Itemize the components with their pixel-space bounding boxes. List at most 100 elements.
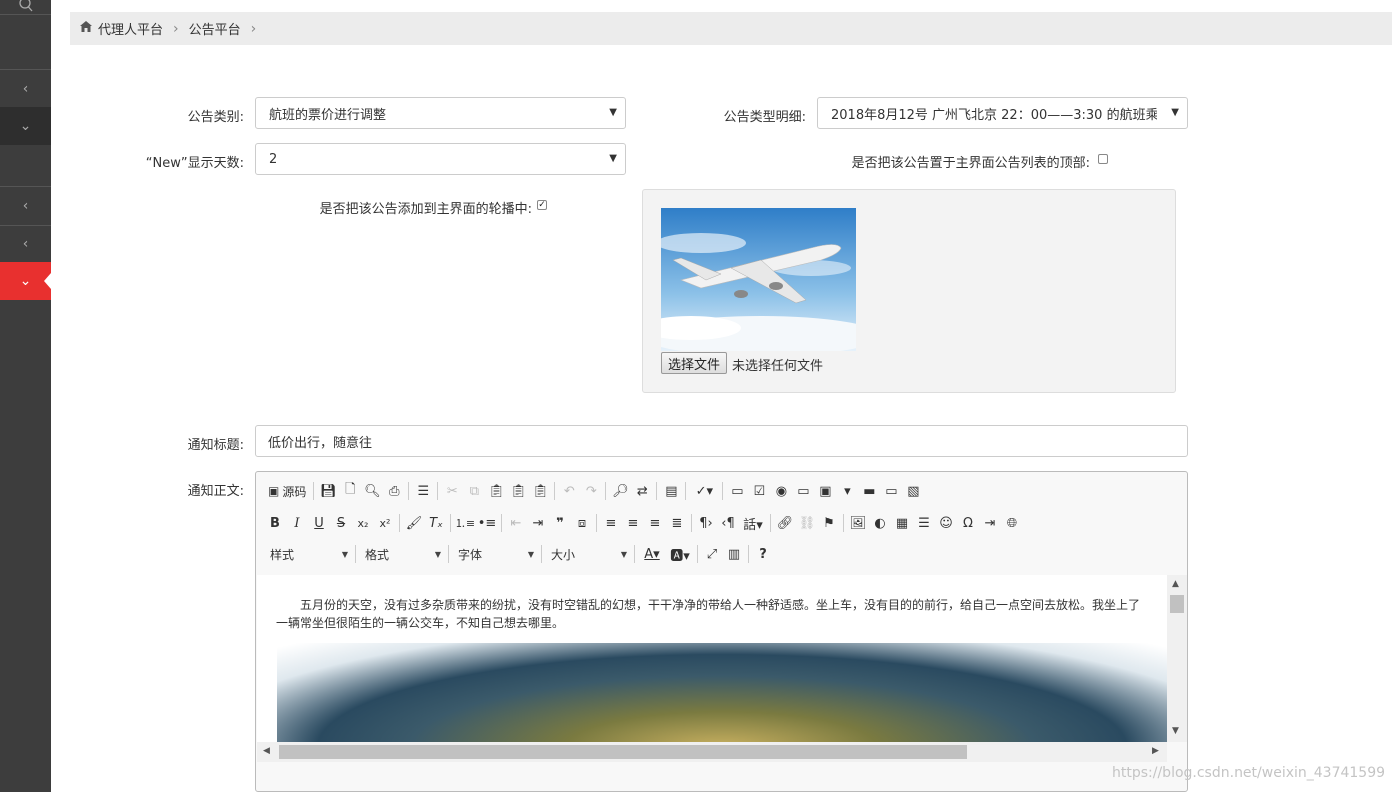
find-icon[interactable]: 🔎︎ <box>609 480 631 502</box>
combo-arrow-icon: ▼ <box>527 549 534 559</box>
horizontal-scrollbar[interactable]: ◀ ▶ <box>257 742 1167 762</box>
blockquote-icon[interactable]: ❞ <box>549 512 571 534</box>
sidebar-chevron-down-icon-1[interactable]: ⌄ <box>0 107 51 145</box>
cut-icon[interactable]: ✂ <box>441 480 463 502</box>
textarea-icon[interactable]: ▣ <box>814 480 836 502</box>
ltr-icon[interactable]: ¶› <box>695 512 717 534</box>
horizontal-rule-icon[interactable]: ☰ <box>913 512 935 534</box>
radio-icon[interactable]: ◉ <box>770 480 792 502</box>
templates-icon[interactable]: ☰ <box>412 480 434 502</box>
editor-toolbar-row-1: ▣ 源码 💾︎ 🗋 🔍︎ ⎙ ☰ ✂ ⧉ 📋︎ 📋︎ 📋︎ ↶ ↷ 🔎︎ ⇄ ▤… <box>264 478 924 504</box>
indent-icon[interactable]: ⇥ <box>527 512 549 534</box>
vertical-scroll-thumb[interactable] <box>1170 595 1184 613</box>
outdent-icon[interactable]: ⇤ <box>505 512 527 534</box>
source-icon: ▣ <box>268 484 280 498</box>
subscript-icon[interactable]: x₂ <box>352 512 374 534</box>
hidden-field-icon[interactable]: ▧ <box>902 480 924 502</box>
copy-icon[interactable]: ⧉ <box>463 480 485 502</box>
align-justify-icon[interactable]: ≣ <box>666 512 688 534</box>
checkbox-icon[interactable]: ☑ <box>748 480 770 502</box>
unlink-icon[interactable]: ⛓ <box>796 512 818 534</box>
iframe-globe-icon[interactable]: 🌐︎ <box>1001 512 1023 534</box>
print-icon[interactable]: ⎙ <box>383 480 405 502</box>
button-field-icon[interactable]: ▬ <box>858 480 880 502</box>
preview-icon[interactable]: 🔍︎ <box>361 480 383 502</box>
maximize-icon[interactable]: ⤢ <box>701 543 723 565</box>
underline-icon[interactable]: U <box>308 512 330 534</box>
select-all-icon[interactable]: ▤ <box>660 480 682 502</box>
category-detail-select[interactable]: 2018年8月12号 广州飞北京 22：00——3:30 的航班乘客 ▼ <box>817 97 1188 129</box>
scroll-down-icon[interactable]: ▼ <box>1172 726 1179 736</box>
show-blocks-icon[interactable]: ▥ <box>723 543 745 565</box>
editor-embedded-image[interactable] <box>277 643 1167 742</box>
pin-top-checkbox[interactable] <box>1098 154 1108 164</box>
bold-icon[interactable]: B <box>264 512 286 534</box>
image-button-icon[interactable]: ▭ <box>880 480 902 502</box>
spellcheck-icon[interactable]: ✓▾ <box>689 480 719 502</box>
horizontal-scroll-thumb[interactable] <box>279 745 967 759</box>
choose-file-button[interactable]: 选择文件 <box>661 352 728 374</box>
rtl-icon[interactable]: ‹¶ <box>717 512 739 534</box>
remove-format-icon[interactable]: Tₓ <box>425 512 447 534</box>
align-left-icon[interactable]: ≡ <box>600 512 622 534</box>
paste-text-icon[interactable]: 📋︎ <box>507 480 529 502</box>
new-days-select[interactable]: 2 ▼ <box>255 143 626 175</box>
body-label: 通知正文: <box>187 484 244 499</box>
save-icon[interactable]: 💾︎ <box>317 480 339 502</box>
align-right-icon[interactable]: ≡ <box>644 512 666 534</box>
format-combo[interactable]: 格式 ▼ <box>359 543 445 565</box>
sidebar-chevron-left-icon-1[interactable]: ‹ <box>0 70 51 107</box>
scroll-up-icon[interactable]: ▲ <box>1172 579 1179 589</box>
sidebar-chevron-left-icon-2[interactable]: ‹ <box>0 187 51 225</box>
language-icon[interactable]: 話▾ <box>739 512 767 534</box>
image-icon[interactable]: 🖼︎ <box>847 512 869 534</box>
paste-icon[interactable]: 📋︎ <box>485 480 507 502</box>
text-color-icon[interactable]: A▾ <box>638 543 666 565</box>
numbered-list-icon[interactable]: ⒈≡ <box>454 512 476 534</box>
link-icon[interactable]: 🔗︎ <box>774 512 796 534</box>
breadcrumb: 代理人平台 › 公告平台 › <box>70 12 1392 45</box>
breadcrumb-home[interactable]: 代理人平台 <box>98 19 163 38</box>
bg-color-icon[interactable]: 🅰︎▾ <box>666 543 694 565</box>
page-break-icon[interactable]: ⇥ <box>979 512 1001 534</box>
redo-icon[interactable]: ↷ <box>580 480 602 502</box>
source-button[interactable]: ▣ 源码 <box>264 483 310 500</box>
help-icon[interactable]: ? <box>752 543 774 565</box>
bulleted-list-icon[interactable]: •≡ <box>476 512 498 534</box>
scroll-right-icon[interactable]: ▶ <box>1152 746 1159 756</box>
breadcrumb-current[interactable]: 公告平台 <box>189 19 241 38</box>
file-status-text: 未选择任何文件 <box>732 359 824 374</box>
scroll-left-icon[interactable]: ◀ <box>263 746 270 756</box>
undo-icon[interactable]: ↶ <box>558 480 580 502</box>
div-container-icon[interactable]: ⧈ <box>571 512 593 534</box>
paste-word-icon[interactable]: 📋︎ <box>529 480 551 502</box>
table-icon[interactable]: ▦ <box>891 512 913 534</box>
select-field-icon[interactable]: ▾ <box>836 480 858 502</box>
search-icon[interactable] <box>0 0 51 14</box>
title-input[interactable]: 低价出行，随意往 <box>255 425 1188 457</box>
textfield-icon[interactable]: ▭ <box>792 480 814 502</box>
size-combo[interactable]: 大小 ▼ <box>545 543 631 565</box>
smiley-icon[interactable]: ☺ <box>935 512 957 534</box>
editor-content[interactable]: 五月份的天空，没有过多杂质带来的纷扰，没有时空错乱的幻想，干干净净的带给人一种舒… <box>257 575 1167 742</box>
form-icon[interactable]: ▭ <box>726 480 748 502</box>
replace-icon[interactable]: ⇄ <box>631 480 653 502</box>
carousel-checkbox[interactable]: ✓ <box>537 200 547 210</box>
special-char-icon[interactable]: Ω <box>957 512 979 534</box>
flash-icon[interactable]: ◐ <box>869 512 891 534</box>
align-center-icon[interactable]: ≡ <box>622 512 644 534</box>
strike-icon[interactable]: S <box>330 512 352 534</box>
anchor-flag-icon[interactable]: ⚑ <box>818 512 840 534</box>
vertical-scrollbar[interactable]: ▲ ▼ <box>1167 575 1187 742</box>
new-page-icon[interactable]: 🗋 <box>339 480 361 502</box>
size-combo-label: 大小 <box>551 547 576 562</box>
category-select[interactable]: 航班的票价进行调整 ▼ <box>255 97 626 129</box>
category-detail-select-value: 2018年8月12号 广州飞北京 22：00——3:30 的航班乘客 <box>831 107 1157 123</box>
copy-format-icon[interactable]: 🖌︎ <box>403 512 425 534</box>
font-combo[interactable]: 字体 ▼ <box>452 543 538 565</box>
italic-icon[interactable]: I <box>286 512 308 534</box>
superscript-icon[interactable]: x² <box>374 512 396 534</box>
editor-paragraph[interactable]: 五月份的天空，没有过多杂质带来的纷扰，没有时空错乱的幻想，干干净净的带给人一种舒… <box>276 596 1148 632</box>
sidebar-chevron-left-icon-3[interactable]: ‹ <box>0 226 51 262</box>
style-combo[interactable]: 样式 ▼ <box>264 543 352 565</box>
